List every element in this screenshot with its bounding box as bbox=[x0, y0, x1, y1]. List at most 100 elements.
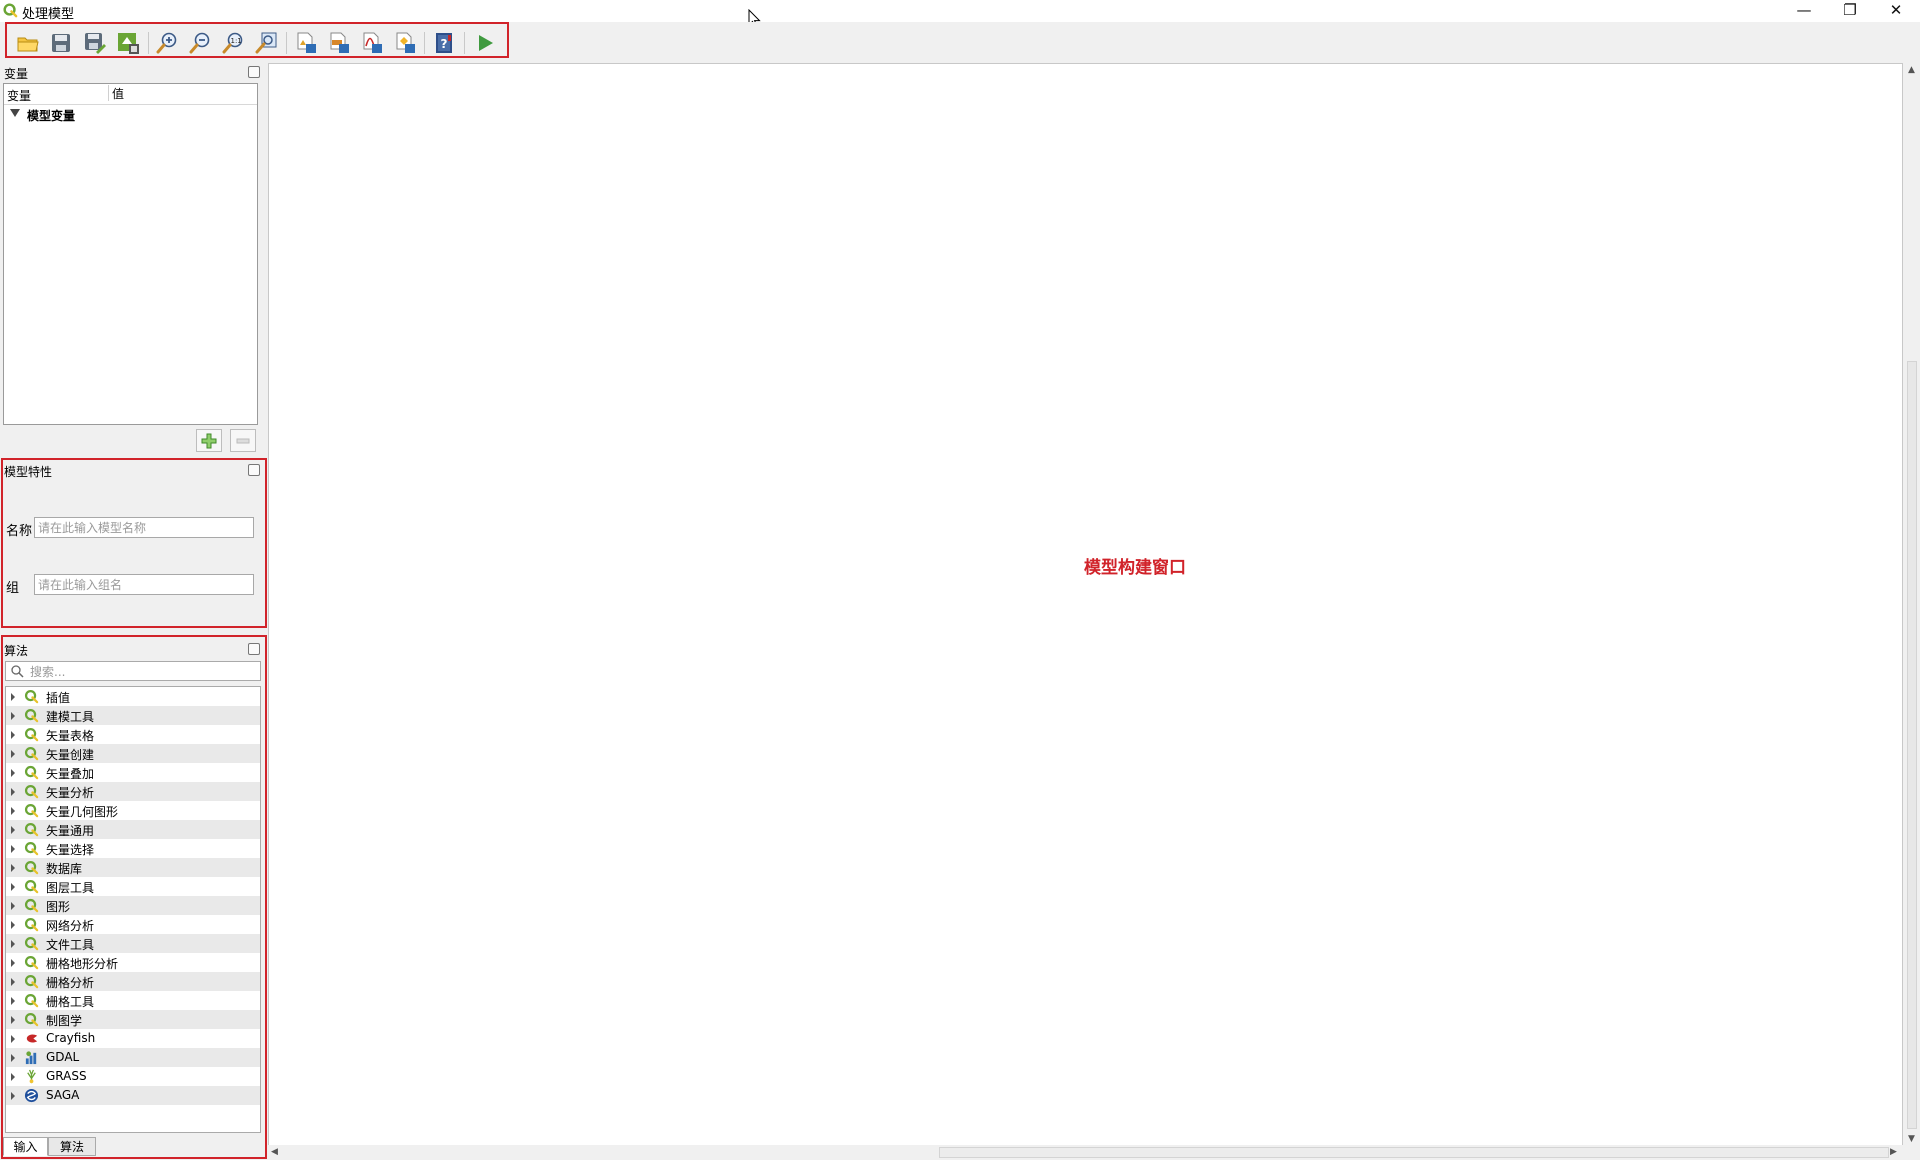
variables-tree[interactable]: 变量 值 模型变量 bbox=[3, 83, 258, 425]
float-dock-icon[interactable] bbox=[248, 464, 260, 476]
algorithm-search[interactable] bbox=[5, 661, 261, 681]
zoom-in-button[interactable] bbox=[154, 30, 180, 56]
tab-inputs[interactable]: 输入 bbox=[3, 1137, 48, 1156]
algorithm-group-row[interactable]: 栅格分析 bbox=[6, 972, 260, 991]
algorithm-group-row[interactable]: 矢量创建 bbox=[6, 744, 260, 763]
algorithm-group-label: 栅格分析 bbox=[46, 976, 95, 990]
expand-arrow-icon[interactable] bbox=[11, 788, 15, 796]
algorithm-group-row[interactable]: GDAL bbox=[6, 1048, 260, 1067]
zoom-full-button[interactable] bbox=[253, 30, 279, 56]
algorithm-group-row[interactable]: 建模工具 bbox=[6, 706, 260, 725]
algorithm-group-row[interactable]: 文件工具 bbox=[6, 934, 260, 953]
export-image-button[interactable] bbox=[293, 30, 319, 56]
minimize-button[interactable]: — bbox=[1781, 0, 1827, 22]
float-dock-icon[interactable] bbox=[248, 66, 260, 78]
tab-algorithms[interactable]: 算法 bbox=[48, 1137, 96, 1156]
algorithm-group-row[interactable]: 矢量通用 bbox=[6, 820, 260, 839]
add-variable-button[interactable] bbox=[196, 429, 222, 452]
expand-arrow-icon[interactable] bbox=[11, 940, 15, 948]
scroll-left-icon[interactable]: ◀ bbox=[271, 1147, 278, 1157]
model-name-input[interactable] bbox=[34, 517, 254, 538]
scroll-right-icon[interactable]: ▶ bbox=[1890, 1147, 1897, 1157]
qgis-icon bbox=[24, 689, 39, 704]
qgis-icon bbox=[24, 822, 39, 837]
algorithm-group-row[interactable]: 插值 bbox=[6, 687, 260, 706]
expand-arrow-icon[interactable] bbox=[11, 845, 15, 853]
horizontal-scrollbar[interactable]: ◀ ▶ bbox=[268, 1145, 1903, 1160]
algorithm-group-label: GRASS bbox=[46, 1069, 87, 1083]
vertical-scrollbar[interactable]: ▲ ▼ bbox=[1904, 63, 1920, 1147]
edit-help-button[interactable]: ? bbox=[431, 30, 457, 56]
expand-arrow-icon[interactable] bbox=[11, 997, 15, 1005]
expand-arrow-icon[interactable] bbox=[11, 978, 15, 986]
algorithm-search-input[interactable] bbox=[28, 663, 257, 681]
algorithm-group-row[interactable]: 图层工具 bbox=[6, 877, 260, 896]
column-value[interactable]: 值 bbox=[108, 85, 124, 101]
zoom-out-button[interactable] bbox=[187, 30, 213, 56]
restore-button[interactable]: ❐ bbox=[1827, 0, 1873, 22]
export-python-button[interactable] bbox=[392, 30, 418, 56]
algorithm-group-row[interactable]: 图形 bbox=[6, 896, 260, 915]
algorithm-group-row[interactable]: 矢量分析 bbox=[6, 782, 260, 801]
column-variable[interactable]: 变量 bbox=[7, 87, 31, 104]
expand-arrow-icon[interactable] bbox=[11, 1054, 15, 1062]
model-properties-title: 模型特性 bbox=[4, 465, 53, 479]
qgis-logo-icon bbox=[3, 3, 18, 18]
algorithm-group-row[interactable]: 矢量选择 bbox=[6, 839, 260, 858]
algorithm-group-label: 数据库 bbox=[46, 862, 83, 876]
expand-arrow-icon[interactable] bbox=[11, 826, 15, 834]
algorithm-group-row[interactable]: 制图学 bbox=[6, 1010, 260, 1029]
algorithm-tree[interactable]: 插值 建模工具 矢量表格 矢量创建 矢量叠加 矢量分析 矢量几何图形 矢量通用 矢量选择 数据库图… bbox=[5, 686, 261, 1133]
algorithm-group-row[interactable]: 矢量几何图形 bbox=[6, 801, 260, 820]
algorithm-group-row[interactable]: 栅格工具 bbox=[6, 991, 260, 1010]
algorithm-group-label: 建模工具 bbox=[46, 710, 95, 724]
run-icon bbox=[479, 35, 493, 51]
expand-arrow-icon[interactable] bbox=[11, 959, 15, 967]
zoom-full-icon bbox=[255, 32, 277, 54]
save-model-button[interactable] bbox=[48, 30, 74, 56]
expand-arrow-icon[interactable] bbox=[11, 902, 15, 910]
expand-arrow-icon[interactable] bbox=[11, 1035, 15, 1043]
remove-variable-button[interactable] bbox=[230, 429, 256, 452]
horizontal-scroll-thumb[interactable] bbox=[939, 1147, 1889, 1158]
model-canvas[interactable]: 模型构建窗口 bbox=[268, 63, 1903, 1147]
expand-arrow-icon[interactable] bbox=[11, 807, 15, 815]
scroll-up-icon[interactable]: ▲ bbox=[1908, 65, 1915, 75]
expand-arrow-icon[interactable] bbox=[10, 109, 20, 117]
expand-arrow-icon[interactable] bbox=[11, 750, 15, 758]
model-group-input[interactable] bbox=[34, 574, 254, 595]
zoom-actual-button[interactable]: 1:1 bbox=[220, 30, 246, 56]
algorithm-group-row[interactable]: GRASS bbox=[6, 1067, 260, 1086]
close-button[interactable]: ✕ bbox=[1873, 0, 1919, 22]
algorithm-group-row[interactable]: 网络分析 bbox=[6, 915, 260, 934]
expand-arrow-icon[interactable] bbox=[11, 731, 15, 739]
expand-arrow-icon[interactable] bbox=[11, 1092, 15, 1100]
expand-arrow-icon[interactable] bbox=[11, 769, 15, 777]
expand-arrow-icon[interactable] bbox=[11, 921, 15, 929]
algorithm-group-row[interactable]: 矢量表格 bbox=[6, 725, 260, 744]
float-dock-icon[interactable] bbox=[248, 643, 260, 655]
save-as-button[interactable] bbox=[82, 30, 108, 56]
expand-arrow-icon[interactable] bbox=[11, 1073, 15, 1081]
expand-arrow-icon[interactable] bbox=[11, 883, 15, 891]
algorithm-group-row[interactable]: 数据库 bbox=[6, 858, 260, 877]
run-model-button[interactable] bbox=[472, 30, 498, 56]
save-as-icon bbox=[85, 33, 106, 54]
zoom-actual-icon: 1:1 bbox=[222, 32, 243, 54]
save-to-project-button[interactable] bbox=[115, 30, 141, 56]
export-pdf-button[interactable] bbox=[359, 30, 385, 56]
expand-arrow-icon[interactable] bbox=[11, 864, 15, 872]
expand-arrow-icon[interactable] bbox=[11, 693, 15, 701]
open-model-button[interactable] bbox=[15, 30, 41, 56]
algorithm-group-label: 网络分析 bbox=[46, 919, 95, 933]
vertical-scroll-thumb[interactable] bbox=[1907, 361, 1917, 1129]
algorithm-group-row[interactable]: 矢量叠加 bbox=[6, 763, 260, 782]
algorithm-group-row[interactable]: 栅格地形分析 bbox=[6, 953, 260, 972]
expand-arrow-icon[interactable] bbox=[11, 712, 15, 720]
export-svg-button[interactable] bbox=[326, 30, 352, 56]
algorithm-group-row[interactable]: SAGA bbox=[6, 1086, 260, 1105]
algorithm-group-row[interactable]: Crayfish bbox=[6, 1029, 260, 1048]
expand-arrow-icon[interactable] bbox=[11, 1016, 15, 1024]
scroll-down-icon[interactable]: ▼ bbox=[1908, 1134, 1915, 1144]
variables-group-row[interactable]: 模型变量 bbox=[4, 105, 257, 124]
